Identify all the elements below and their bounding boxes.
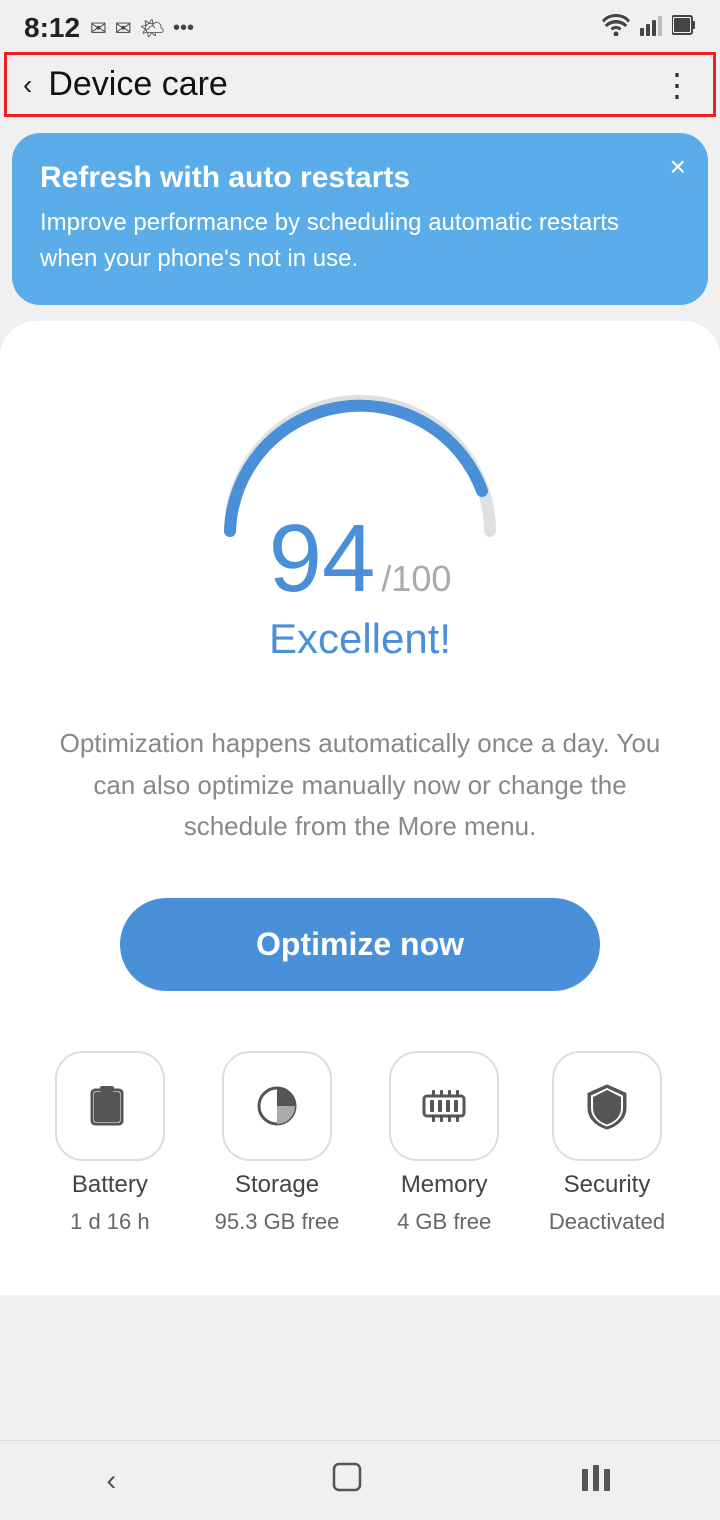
score-row: 94 /100 (269, 511, 452, 607)
memory-item[interactable]: Memory 4 GB free (389, 1051, 499, 1235)
nav-recents-button[interactable] (548, 1449, 644, 1513)
memory-icon-box (389, 1051, 499, 1161)
status-bar: 8:12 ✉ ✉ 🌤 ••• (0, 0, 720, 52)
mail-icon: ✉ (90, 16, 107, 41)
banner-close-button[interactable]: × (670, 151, 686, 183)
optimization-text: Optimization happens automatically once … (50, 723, 670, 848)
memory-value: 4 GB free (397, 1209, 491, 1235)
banner-description: Improve performance by scheduling automa… (40, 205, 680, 277)
score-number: 94 (269, 511, 376, 607)
storage-label: Storage (235, 1171, 319, 1199)
gauge-container: 94 /100 Excellent! (20, 371, 700, 683)
security-value: Deactivated (549, 1209, 665, 1235)
battery-label: Battery (72, 1171, 148, 1199)
battery-status-icon (672, 14, 696, 42)
banner-title: Refresh with auto restarts (40, 161, 680, 195)
back-button[interactable]: ‹ (23, 69, 32, 101)
banner: × Refresh with auto restarts Improve per… (12, 133, 708, 305)
security-item[interactable]: Security Deactivated (549, 1051, 665, 1235)
top-bar-left: ‹ Device care (23, 65, 228, 104)
score-max: /100 (381, 558, 451, 600)
status-time: 8:12 (24, 12, 80, 44)
score-label: Excellent! (269, 615, 451, 663)
mail2-icon: ✉ (115, 16, 132, 41)
memory-label: Memory (401, 1171, 488, 1199)
nav-back-button[interactable]: ‹ (76, 1454, 146, 1508)
status-left: 8:12 ✉ ✉ 🌤 ••• (24, 12, 194, 44)
signal-icon (640, 14, 662, 42)
battery-item[interactable]: Battery 1 d 16 h (55, 1051, 165, 1235)
storage-item[interactable]: Storage 95.3 GB free (215, 1051, 340, 1235)
battery-value: 1 d 16 h (70, 1209, 150, 1235)
more-menu-button[interactable]: ⋮ (661, 66, 693, 104)
optimize-now-button[interactable]: Optimize now (120, 898, 600, 991)
wifi-icon (602, 14, 630, 42)
main-card: 94 /100 Excellent! Optimization happens … (0, 321, 720, 1295)
storage-value: 95.3 GB free (215, 1209, 340, 1235)
security-shield-icon (581, 1080, 633, 1132)
more-status-icon: ••• (173, 17, 194, 40)
status-right (602, 14, 696, 42)
weather-icon: 🌤 (140, 16, 165, 41)
status-icons: ✉ ✉ 🌤 ••• (90, 16, 194, 41)
security-label: Security (564, 1171, 651, 1199)
bottom-grid: Battery 1 d 16 h Storage 95.3 GB free (20, 1051, 700, 1235)
page-title: Device care (48, 65, 228, 104)
security-icon-box (552, 1051, 662, 1161)
battery-icon (84, 1080, 136, 1132)
top-bar: ‹ Device care ⋮ (4, 52, 716, 117)
nav-home-button[interactable] (299, 1449, 395, 1513)
storage-icon (251, 1080, 303, 1132)
bottom-nav: ‹ (0, 1440, 720, 1520)
battery-icon-box (55, 1051, 165, 1161)
memory-icon (418, 1080, 470, 1132)
storage-icon-box (222, 1051, 332, 1161)
